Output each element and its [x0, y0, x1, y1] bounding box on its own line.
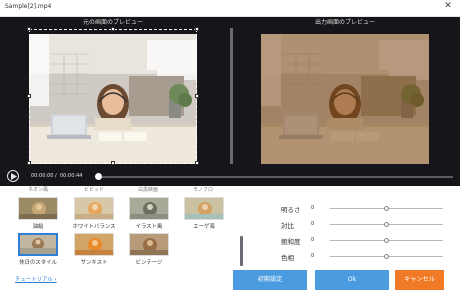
original-preview-label: 元の画面のプレビュー — [82, 19, 143, 26]
settings-panel — [0, 186, 460, 290]
cancel-button[interactable]: キャンセル — [395, 270, 444, 290]
contrast-value: 0 — [311, 221, 315, 227]
tutorial-link[interactable]: チュートリアル › — [15, 275, 57, 283]
filter-label: 油絵 — [32, 224, 44, 230]
filter-illustration[interactable]: イラスト風 — [129, 197, 169, 230]
reset-button[interactable]: 初期設定 — [233, 270, 307, 290]
preview-divider — [230, 28, 233, 164]
output-preview-image — [261, 34, 429, 164]
filter-aegean[interactable]: エーゲ海 — [184, 197, 224, 230]
output-preview-label: 出力画面のプレビュー — [314, 19, 375, 26]
play-button[interactable] — [7, 170, 19, 182]
time-separator: / — [55, 173, 57, 179]
filter-thumbnail — [74, 233, 114, 256]
total-time: 00:00:44 — [60, 173, 83, 179]
hue-label: 色相 — [281, 254, 294, 262]
filter-label: イラスト風 — [135, 224, 163, 230]
crop-handle-top[interactable] — [111, 27, 115, 31]
filter-white-balance[interactable]: ホワイトバランス — [72, 197, 116, 230]
filter-thumbnail — [129, 233, 169, 256]
filter-label: ビンテージ — [135, 260, 163, 266]
crop-handle-top-right[interactable] — [195, 27, 199, 31]
filter-vintage[interactable]: ビンテージ — [129, 233, 169, 266]
hue-slider-thumb[interactable] — [384, 254, 389, 259]
filter-thumbnail — [129, 197, 169, 220]
filter-sunkist[interactable]: サンキスト — [74, 233, 114, 266]
filter-label-cut: ビビッド — [83, 187, 104, 193]
window-title: Sample[2].mp4 — [5, 3, 52, 10]
play-icon — [11, 173, 17, 180]
filter-label-cut: 白黒映画 — [137, 187, 158, 193]
saturation-slider-thumb[interactable] — [384, 238, 389, 243]
seek-thumb[interactable] — [95, 173, 102, 180]
crop-handle-right[interactable] — [195, 94, 199, 98]
current-time: 00:00:00 — [31, 173, 54, 179]
crop-handle-top-left[interactable] — [27, 27, 31, 31]
filter-thumbnail-selected — [18, 233, 58, 256]
filter-thumbnail — [74, 197, 114, 220]
filter-oil-painting[interactable]: 油絵 — [18, 197, 58, 230]
close-icon[interactable]: ✕ — [442, 1, 454, 11]
original-preview-image — [29, 34, 197, 164]
filter-label-cut: モノクロ — [192, 187, 213, 193]
brightness-value: 0 — [311, 205, 315, 211]
filter-label: 休日のスタイル — [19, 260, 57, 266]
hue-value: 0 — [311, 253, 315, 259]
contrast-slider-thumb[interactable] — [384, 222, 389, 227]
contrast-label: 対比 — [281, 222, 294, 230]
saturation-value: 0 — [311, 237, 315, 243]
title-bar: Sample[2].mp4 ✕ — [0, 0, 460, 17]
filter-scrollbar[interactable] — [240, 236, 243, 266]
ok-button[interactable]: Ok — [315, 270, 389, 290]
saturation-label: 飽和度 — [281, 238, 301, 246]
seek-bar[interactable] — [96, 176, 453, 178]
transport-bar: 00:00:00 / 00:00:44 — [0, 165, 460, 186]
filter-thumbnail — [18, 197, 58, 220]
crop-handle-left[interactable] — [27, 94, 31, 98]
filter-holiday-style[interactable]: 休日のスタイル — [18, 233, 58, 266]
brightness-label: 明るさ — [281, 206, 301, 214]
filter-label-cut: ネオン風 — [27, 187, 48, 193]
brightness-slider-thumb[interactable] — [384, 206, 389, 211]
filter-label: エーゲ海 — [193, 224, 215, 230]
filter-thumbnail — [184, 197, 224, 220]
filter-label: ホワイトバランス — [72, 224, 116, 230]
filter-label: サンキスト — [80, 260, 108, 266]
